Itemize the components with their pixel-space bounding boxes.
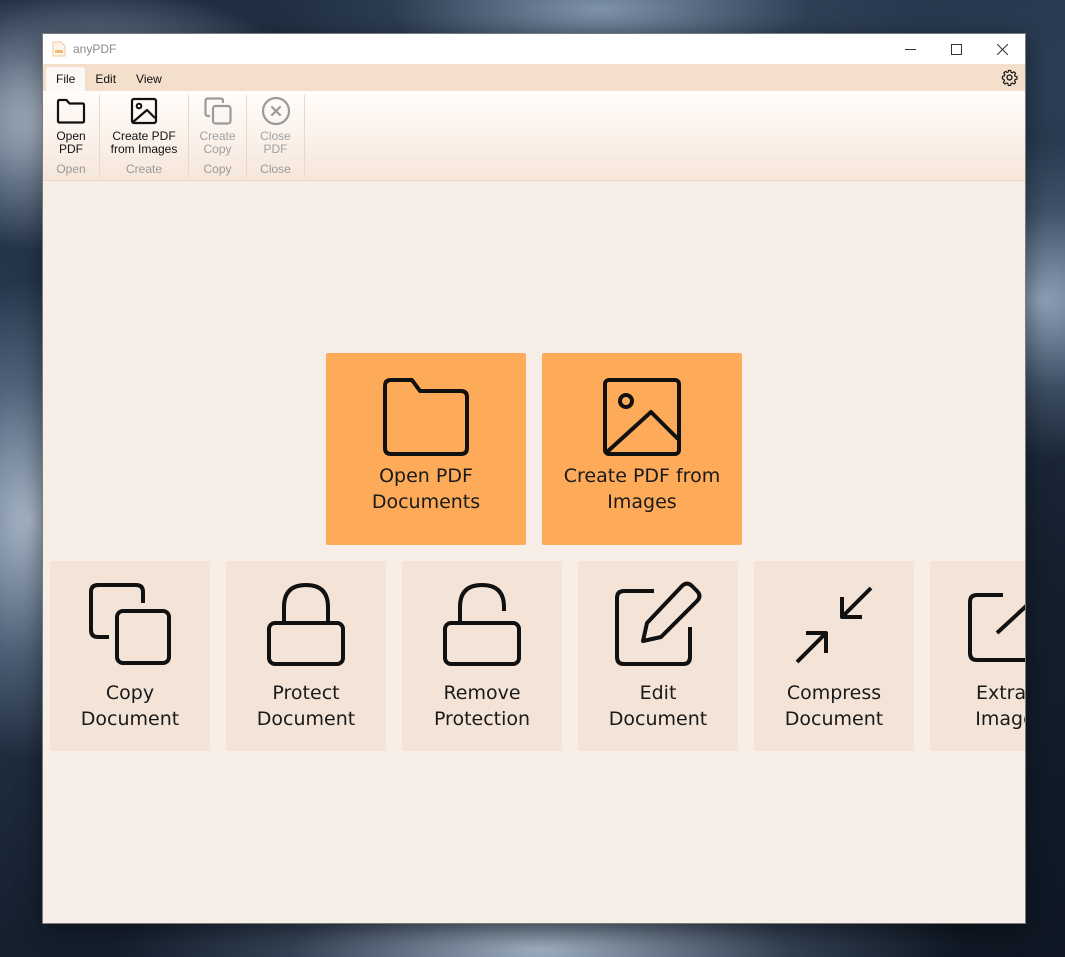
close-circle-icon (261, 96, 290, 126)
image-icon (130, 97, 158, 125)
group-label-open: Open (56, 162, 86, 176)
maximize-button[interactable] (933, 34, 979, 64)
protect-document-tile[interactable]: Protect Document (226, 561, 386, 751)
app-window: anyPDF File Edit View Open PDF Open Crea… (42, 33, 1026, 924)
close-pdf-button[interactable]: Close PDF (247, 95, 305, 156)
tab-edit[interactable]: Edit (85, 67, 126, 91)
create-copy-label: Create Copy (199, 129, 236, 156)
close-pdf-label: Close PDF (260, 129, 291, 156)
open-pdf-documents-tile[interactable]: Open PDF Documents (326, 353, 526, 545)
ribbon-group-copy: Create Copy Copy (189, 95, 247, 177)
tile-label: Open PDF Documents (371, 465, 481, 513)
app-logo-icon (52, 41, 66, 57)
compress-icon (795, 586, 873, 664)
window-title: anyPDF (73, 42, 117, 56)
minimize-icon (904, 48, 916, 50)
create-pdf-from-images-button[interactable]: Create PDF from Images (98, 95, 190, 156)
tile-label: Copy Document (80, 682, 180, 730)
extract-images-tile[interactable]: Extract Images (930, 561, 1026, 751)
ribbon-group-close: Close PDF Close (247, 95, 305, 177)
tile-label: Protect Document (256, 682, 356, 730)
edit-icon (615, 581, 702, 666)
menu-bar: File Edit View (43, 64, 1025, 91)
folder-icon (383, 378, 469, 456)
ribbon-group-open: Open PDF Open (43, 95, 100, 177)
compress-document-tile[interactable]: Compress Document (754, 561, 914, 751)
tile-label: Remove Protection (433, 682, 531, 730)
image-icon (603, 378, 681, 456)
tab-file[interactable]: File (46, 67, 86, 91)
minimize-button[interactable] (887, 34, 933, 64)
copy-document-tile[interactable]: Copy Document (50, 561, 210, 751)
copy-icon (89, 583, 171, 665)
settings-gear-icon[interactable] (1001, 69, 1018, 86)
ribbon-group-create: Create PDF from Images Create (100, 95, 189, 177)
open-pdf-button[interactable]: Open PDF (43, 95, 100, 156)
folder-icon (56, 98, 86, 124)
remove-protection-tile[interactable]: Remove Protection (402, 561, 562, 751)
lock-icon (267, 582, 345, 666)
create-copy-button[interactable]: Create Copy (189, 95, 247, 156)
tile-label: Extract Images (975, 682, 1026, 730)
tile-label: Create PDF from Images (563, 465, 721, 513)
create-pdf-label: Create PDF from Images (110, 129, 178, 156)
start-page: Open PDF Documents Create PDF from Image… (43, 181, 1026, 923)
close-icon (996, 43, 1008, 55)
tile-label: Edit Document (608, 682, 708, 730)
title-bar[interactable]: anyPDF (43, 34, 1025, 64)
close-window-button[interactable] (979, 34, 1025, 64)
unlock-icon (443, 582, 521, 666)
group-label-create: Create (125, 162, 163, 176)
tile-label: Compress Document (784, 682, 884, 730)
ribbon-toolbar: Open PDF Open Create PDF from Images Cre… (43, 91, 1025, 181)
create-pdf-from-images-tile[interactable]: Create PDF from Images (542, 353, 742, 545)
group-label-close: Close (260, 162, 291, 176)
maximize-icon (950, 43, 962, 55)
copy-icon (203, 97, 232, 125)
edit-document-tile[interactable]: Edit Document (578, 561, 738, 751)
group-label-copy: Copy (203, 162, 232, 176)
open-pdf-label: Open PDF (56, 129, 86, 156)
extract-icon (968, 593, 1025, 662)
tab-view[interactable]: View (126, 67, 172, 91)
